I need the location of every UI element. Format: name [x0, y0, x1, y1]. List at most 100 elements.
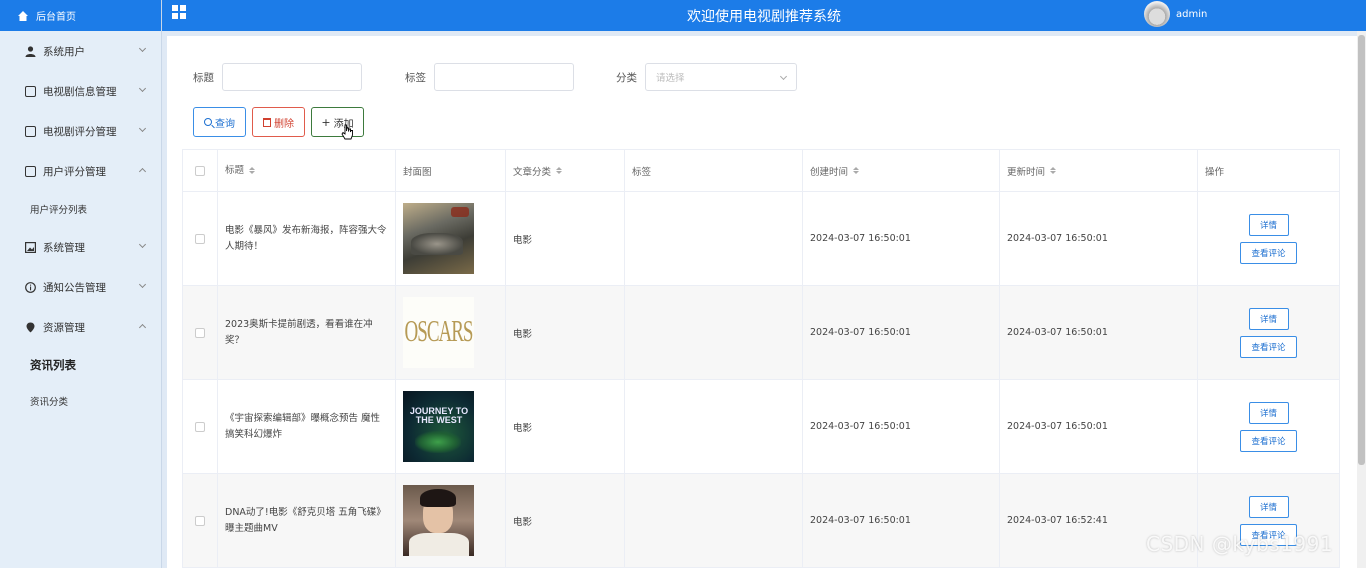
sidebar-item-label: 电视剧评分管理 — [43, 125, 117, 138]
chevron-down-icon — [779, 72, 788, 81]
sidebar-subitem-news-list[interactable]: 资讯列表 — [0, 347, 161, 383]
image-icon — [25, 241, 36, 253]
sidebar-item-user-rating[interactable]: 用户评分管理 — [0, 151, 161, 191]
row-cover — [396, 192, 506, 285]
sidebar-home[interactable]: 后台首页 — [0, 0, 161, 31]
chevron-up-icon — [138, 323, 147, 332]
header-cover: 封面图 — [396, 150, 506, 191]
sidebar-item-label: 资源管理 — [43, 321, 85, 334]
tag-input[interactable] — [434, 63, 574, 91]
detail-button[interactable]: 详情 — [1248, 213, 1289, 236]
category-select[interactable]: 请选择 — [645, 63, 797, 91]
vertical-scrollbar[interactable] — [1357, 31, 1366, 568]
chevron-up-icon — [138, 167, 147, 176]
table-row: 电影《暴风》发布新海报，阵容强大令人期待！ 电影 2024-03-07 16:5… — [182, 192, 1340, 286]
row-checkbox[interactable] — [195, 515, 205, 526]
table-row: 2023奥斯卡提前剧透，看看谁在冲奖？ OSCARS 电影 2024-03-07… — [182, 286, 1340, 380]
header-created[interactable]: 创建时间 — [803, 150, 1000, 191]
sidebar-subitem-user-rating-list[interactable]: 用户评分列表 — [0, 191, 161, 227]
row-created: 2024-03-07 16:50:01 — [803, 192, 1000, 285]
table-row: 《宇宙探索编辑部》曝概念预告 魔性搞笑科幻爆炸 JOURNEY TO THE W… — [182, 380, 1340, 474]
search-icon — [204, 118, 212, 126]
sort-icon[interactable] — [249, 167, 256, 174]
sidebar-item-tv-rating[interactable]: 电视剧评分管理 — [0, 111, 161, 151]
header-title[interactable]: 标题 — [218, 150, 396, 191]
cover-text: JOURNEY TO THE WEST — [409, 406, 469, 425]
sidebar-item-system-users[interactable]: 系统用户 — [0, 31, 161, 71]
row-checkbox-cell — [182, 192, 218, 285]
row-tag — [625, 192, 803, 285]
row-actions: 详情 查看评论 — [1198, 192, 1340, 285]
filter-tag-label: 标签 — [405, 71, 426, 84]
chevron-down-icon — [138, 84, 147, 93]
cover-text: OSCARS — [404, 314, 474, 349]
cover-image[interactable] — [403, 203, 474, 274]
row-checkbox[interactable] — [195, 233, 205, 244]
home-icon — [18, 10, 28, 21]
row-title: 《宇宙探索编辑部》曝概念预告 魔性搞笑科幻爆炸 — [218, 380, 396, 473]
sidebar-item-system-management[interactable]: 系统管理 — [0, 227, 161, 267]
row-checkbox-cell — [182, 286, 218, 379]
sidebar-item-label: 通知公告管理 — [43, 281, 106, 294]
top-bar: 欢迎使用电视剧推荐系统 admin — [162, 0, 1366, 31]
header-actions: 操作 — [1198, 150, 1340, 191]
sidebar-item-label: 系统用户 — [43, 45, 85, 58]
row-category: 电影 — [506, 192, 625, 285]
avatar[interactable] — [1144, 1, 1170, 27]
row-category: 电影 — [506, 286, 625, 379]
view-comments-button[interactable]: 查看评论 — [1240, 335, 1297, 358]
header-updated-label: 更新时间 — [1007, 166, 1046, 178]
row-updated: 2024-03-07 16:50:01 — [1000, 286, 1198, 379]
header-category[interactable]: 文章分类 — [506, 150, 625, 191]
delete-button[interactable]: 删除 — [252, 107, 305, 137]
row-tag — [625, 286, 803, 379]
row-tag — [625, 380, 803, 473]
view-comments-button[interactable]: 查看评论 — [1240, 429, 1297, 452]
row-checkbox-cell — [182, 380, 218, 473]
row-category: 电影 — [506, 380, 625, 473]
row-cover: OSCARS — [396, 286, 506, 379]
sidebar-item-label: 系统管理 — [43, 241, 85, 254]
add-button[interactable]: + 添加 — [311, 107, 364, 137]
username[interactable]: admin — [1176, 9, 1207, 20]
row-created: 2024-03-07 16:50:01 — [803, 380, 1000, 473]
row-checkbox-cell — [182, 474, 218, 567]
header-tag: 标签 — [625, 150, 803, 191]
detail-button[interactable]: 详情 — [1248, 401, 1289, 424]
document-icon — [25, 125, 36, 137]
header-category-label: 文章分类 — [513, 166, 552, 178]
detail-button[interactable]: 详情 — [1248, 495, 1289, 518]
sort-icon[interactable] — [1050, 167, 1057, 174]
row-title: 电影《暴风》发布新海报，阵容强大令人期待！ — [218, 192, 396, 285]
chevron-down-icon — [138, 240, 147, 249]
chevron-down-icon — [138, 280, 147, 289]
sort-icon[interactable] — [853, 167, 860, 174]
cover-image[interactable]: JOURNEY TO THE WEST — [403, 391, 474, 462]
search-button[interactable]: 查询 — [193, 107, 246, 137]
row-checkbox[interactable] — [195, 421, 205, 432]
detail-button[interactable]: 详情 — [1248, 307, 1289, 330]
filter-title: 标题 — [193, 63, 362, 91]
sidebar-item-tv-info[interactable]: 电视剧信息管理 — [0, 71, 161, 111]
sidebar-item-label: 用户评分管理 — [43, 165, 106, 178]
sidebar-item-announcements[interactable]: 通知公告管理 — [0, 267, 161, 307]
scrollbar-thumb[interactable] — [1358, 35, 1365, 465]
row-cover — [396, 474, 506, 567]
row-actions: 详情 查看评论 — [1198, 286, 1340, 379]
row-created: 2024-03-07 16:50:01 — [803, 286, 1000, 379]
filter-category-label: 分类 — [616, 71, 637, 84]
cover-image[interactable] — [403, 485, 474, 556]
sidebar-item-resources[interactable]: 资源管理 — [0, 307, 161, 347]
filter-category: 分类 请选择 — [616, 63, 797, 91]
user-icon — [25, 45, 36, 57]
cover-image[interactable]: OSCARS — [403, 297, 474, 368]
select-all-checkbox[interactable] — [195, 165, 205, 176]
sort-icon[interactable] — [556, 167, 563, 174]
sidebar-subitem-news-category[interactable]: 资讯分类 — [0, 383, 161, 419]
table-header-row: 标题 封面图 文章分类 标签 创建时间 更新时间 操作 — [182, 150, 1340, 192]
view-comments-button[interactable]: 查看评论 — [1240, 241, 1297, 264]
title-input[interactable] — [222, 63, 362, 91]
header-updated[interactable]: 更新时间 — [1000, 150, 1198, 191]
row-tag — [625, 474, 803, 567]
row-checkbox[interactable] — [195, 327, 205, 338]
